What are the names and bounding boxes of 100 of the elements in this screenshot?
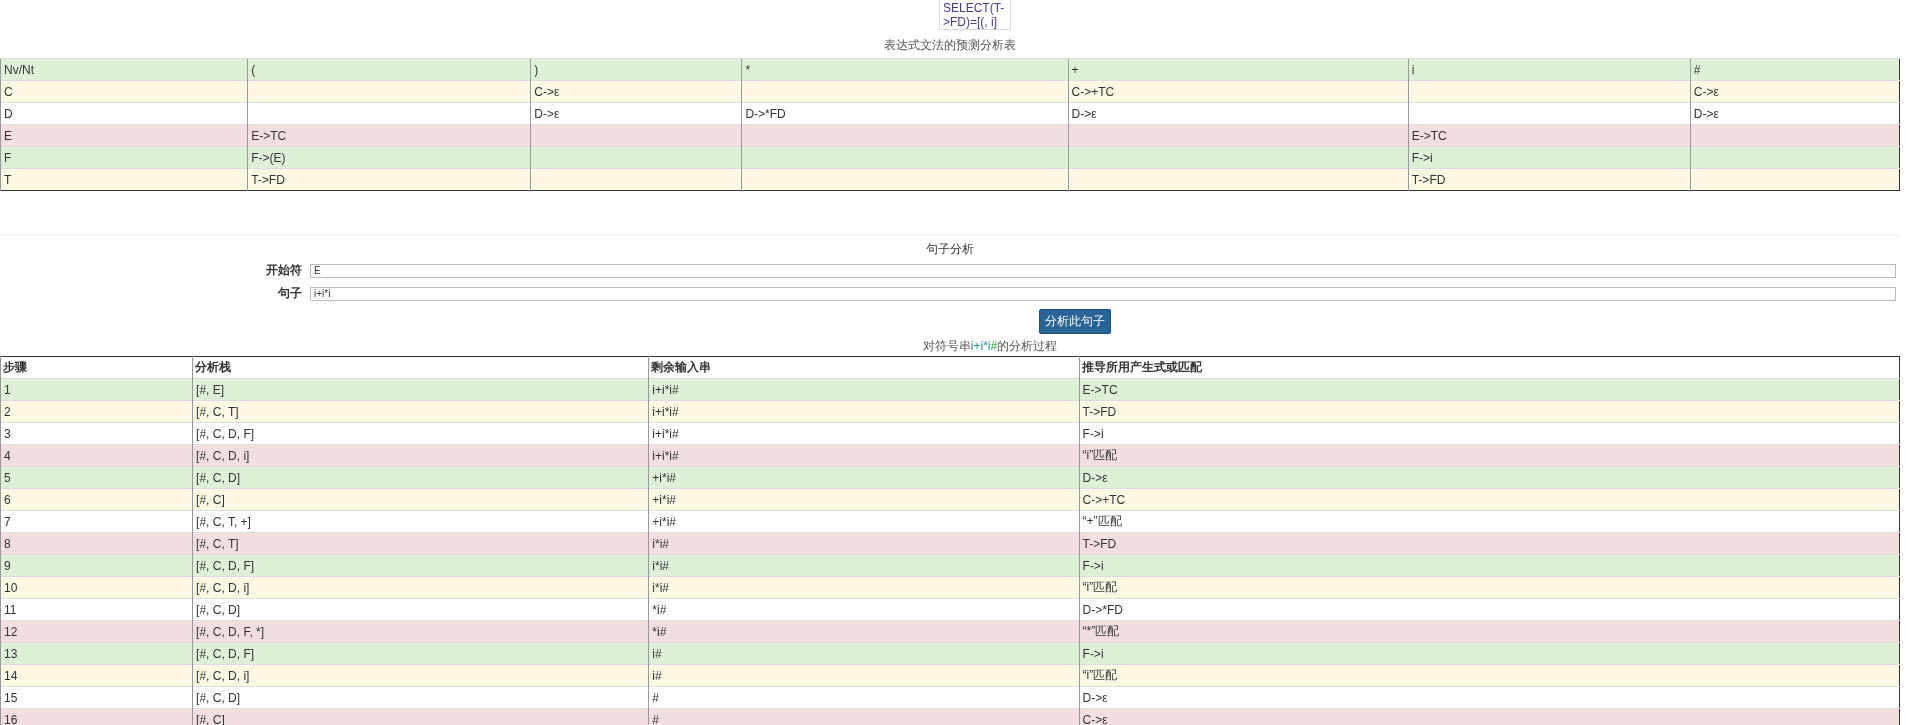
table-cell: [#, C, T] (192, 400, 649, 423)
table-cell: i# (648, 642, 1080, 665)
table-cell: 5 (0, 466, 193, 489)
table-cell: C (0, 80, 248, 103)
table-cell: D->ε (1068, 102, 1409, 125)
table-cell: C->ε (1079, 708, 1900, 725)
table-cell: 15 (0, 686, 193, 709)
table-cell: F->i (1408, 146, 1691, 169)
table-cell: 3 (0, 422, 193, 445)
table-cell: [#, C, T, +] (192, 510, 649, 533)
table-cell: D->ε (1079, 466, 1900, 489)
column-header: Nv/Nt (0, 58, 248, 81)
table-cell: [#, C, D] (192, 686, 649, 709)
table-cell: C->+TC (1068, 80, 1409, 103)
table-cell: 16 (0, 708, 193, 725)
table-cell: [#, C, D, i] (192, 576, 649, 599)
table-cell: E->TC (1408, 124, 1691, 147)
table-cell: E->TC (247, 124, 531, 147)
table-cell: i*i# (648, 532, 1080, 555)
table-cell: i+i*i# (648, 400, 1080, 423)
table-cell: 10 (0, 576, 193, 599)
table-cell: C->+TC (1079, 488, 1900, 511)
analyze-button[interactable]: 分析此句子 (1039, 309, 1111, 334)
table-cell: T (0, 168, 248, 191)
table-cell: [#, C] (192, 488, 649, 511)
table-cell: 1 (0, 378, 193, 401)
table-cell: i# (648, 664, 1080, 687)
field-label: 句子 (277, 285, 303, 302)
table-cell: F->i (1079, 642, 1900, 665)
input-field[interactable]: E (310, 263, 1896, 278)
table-cell: [#, C, D] (192, 466, 649, 489)
table-cell: T->FD (1079, 532, 1900, 555)
column-header: * (741, 58, 1069, 81)
table-cell: F->(E) (247, 146, 531, 169)
table-cell: +i*i# (648, 488, 1080, 511)
select-tooltip: SELECT(T- >FD)=[(, i] (939, 0, 1011, 30)
table-cell: 6 (0, 488, 193, 511)
table-cell: # (648, 686, 1080, 709)
table-cell: 13 (0, 642, 193, 665)
column-header: 步骤 (0, 356, 193, 379)
column-header: + (1068, 58, 1409, 81)
table-cell: 9 (0, 554, 193, 577)
table-cell: D->ε (1690, 102, 1900, 125)
table-cell: *i# (648, 620, 1080, 643)
table-cell: E (0, 124, 248, 147)
column-header: ( (247, 58, 531, 81)
table-cell: i*i# (648, 554, 1080, 577)
table-caption: 对符号串i+i*i#的分析过程 (921, 338, 1059, 355)
column-header: i (1408, 58, 1691, 81)
table-cell: 11 (0, 598, 193, 621)
table-cell: F (0, 146, 248, 169)
table-cell: T->FD (1079, 400, 1900, 423)
table-cell: “i”匹配 (1079, 444, 1900, 467)
table-cell: [#, C, D, F] (192, 422, 649, 445)
table-cell: 8 (0, 532, 193, 555)
field-label: 开始符 (265, 262, 303, 279)
table-cell: [#, C, D, F] (192, 554, 649, 577)
table-cell: E->TC (1079, 378, 1900, 401)
table-cell: C->ε (530, 80, 742, 103)
table-cell: # (648, 708, 1080, 725)
table-cell: “i”匹配 (1079, 664, 1900, 687)
table-cell: D (0, 102, 248, 125)
table-cell: “*”匹配 (1079, 620, 1900, 643)
table-cell: [#, C, D, F, *] (192, 620, 649, 643)
table-cell: i+i*i# (648, 444, 1080, 467)
table-cell: T->FD (1408, 168, 1691, 191)
table-cell: [#, C, D] (192, 598, 649, 621)
column-header: # (1690, 58, 1900, 81)
table-cell: *i# (648, 598, 1080, 621)
table-cell: D->*FD (741, 102, 1069, 125)
input-field[interactable]: i+i*i (310, 286, 1896, 301)
column-header: 推导所用产生式或匹配 (1079, 356, 1900, 379)
table-cell: F->i (1079, 554, 1900, 577)
table-cell: 4 (0, 444, 193, 467)
table-cell: 2 (0, 400, 193, 423)
column-header: ) (530, 58, 742, 81)
table-cell: “+”匹配 (1079, 510, 1900, 533)
table-cell: D->*FD (1079, 598, 1900, 621)
table-cell: T->FD (247, 168, 531, 191)
table-cell: C->ε (1690, 80, 1900, 103)
table-cell: [#, C, T] (192, 532, 649, 555)
table-cell: “i”匹配 (1079, 576, 1900, 599)
table-title: 表达式文法的预测分析表 (883, 37, 1017, 54)
table-cell: 14 (0, 664, 193, 687)
table-cell: 7 (0, 510, 193, 533)
table-cell: [#, C, D, i] (192, 664, 649, 687)
table-cell: [#, C, D, i] (192, 444, 649, 467)
table-cell: 12 (0, 620, 193, 643)
column-header: 分析栈 (192, 356, 649, 379)
table-cell: F->i (1079, 422, 1900, 445)
table-cell: +i*i# (648, 466, 1080, 489)
table-cell: D->ε (1079, 686, 1900, 709)
column-header: 剩余输入串 (648, 356, 1080, 379)
table-cell: D->ε (530, 102, 742, 125)
section-title: 句子分析 (925, 241, 975, 258)
table-cell: i+i*i# (648, 378, 1080, 401)
table-cell: [#, E] (192, 378, 649, 401)
table-cell: +i*i# (648, 510, 1080, 533)
table-cell: i+i*i# (648, 422, 1080, 445)
table-cell: i*i# (648, 576, 1080, 599)
